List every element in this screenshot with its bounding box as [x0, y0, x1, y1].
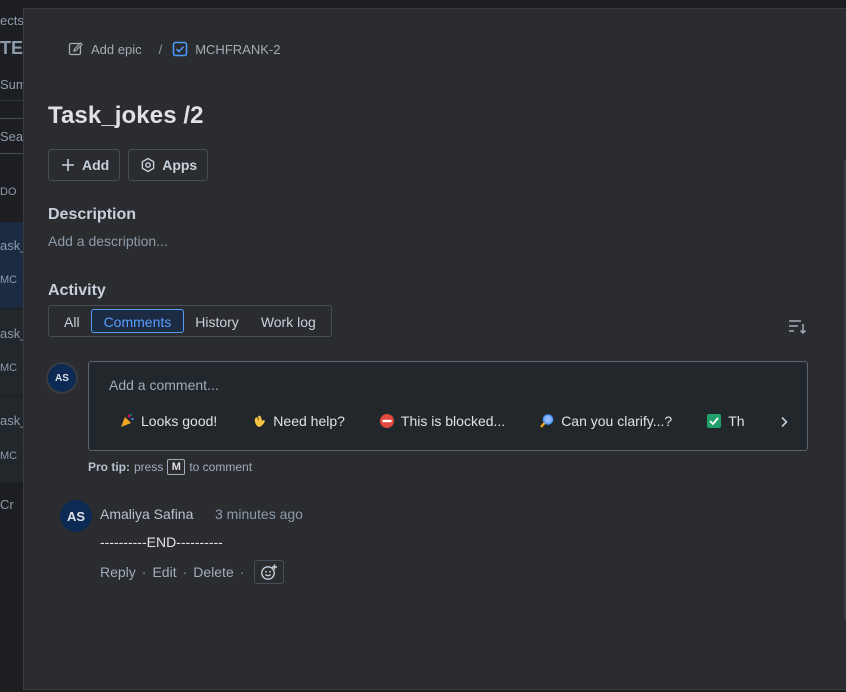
reply-button[interactable]: Reply — [100, 564, 136, 580]
comment-input[interactable]: Add a comment... — [109, 377, 219, 393]
quick-reply-clarify[interactable]: Can you clarify...? — [539, 413, 672, 429]
issue-key-label: MCHFRANK-2 — [195, 41, 281, 57]
add-button[interactable]: Add — [48, 149, 121, 181]
edit-icon — [68, 42, 83, 56]
separator-dot: · — [182, 564, 188, 580]
quick-reply-label: Th — [728, 413, 745, 429]
pro-tip-suffix: to comment — [189, 460, 253, 474]
quick-reply-label: Can you clarify...? — [561, 413, 673, 429]
apps-button[interactable]: Apps — [128, 149, 209, 181]
quick-reply-label: Looks good! — [141, 413, 218, 429]
bg-create-text: Cr — [0, 497, 14, 512]
scroll-quick-replies-button[interactable] — [767, 402, 807, 442]
no-entry-icon — [379, 414, 394, 428]
separator-dot: · — [141, 564, 147, 580]
add-epic-label: Add epic — [91, 41, 142, 57]
comment-timestamp[interactable]: 3 minutes ago — [215, 506, 303, 522]
comment-composer[interactable]: Add a comment... Looks good! Need help? — [88, 361, 808, 451]
quick-reply-blocked[interactable]: This is blocked... — [379, 413, 505, 429]
comment-body: ----------END---------- — [100, 534, 223, 550]
apps-hexagon-icon — [141, 157, 155, 173]
add-epic-link[interactable]: Add epic — [68, 41, 142, 57]
bg-search-text: Sea — [0, 129, 24, 144]
chevron-right-icon — [781, 416, 788, 428]
tab-comments[interactable]: Comments — [90, 309, 185, 333]
tab-work-log[interactable]: Work log — [250, 309, 327, 333]
add-reaction-icon — [261, 564, 278, 580]
quick-replies: Looks good! Need help? This is blocked..… — [119, 413, 779, 429]
sort-order-icon — [789, 320, 807, 335]
quick-reply-label: This is blocked... — [400, 413, 506, 429]
bg-projects-text: ects — [0, 13, 24, 28]
breadcrumb: Add epic / MCHFRANK-2 — [68, 41, 280, 57]
plus-icon — [62, 159, 74, 171]
quick-reply-done[interactable]: Th — [706, 413, 745, 429]
apps-button-label: Apps — [162, 157, 198, 173]
sort-button[interactable] — [786, 316, 808, 338]
bg-card-key: MC — [0, 274, 18, 286]
comment-avatar[interactable]: AS — [60, 500, 92, 532]
magnifying-glass-icon — [540, 414, 554, 428]
quick-reply-label: Need help? — [273, 413, 345, 429]
description-field[interactable]: Add a description... — [48, 233, 168, 249]
tab-all[interactable]: All — [53, 309, 91, 333]
bg-todo-text: DO — [0, 186, 17, 198]
bg-card-key: MC — [0, 450, 18, 462]
bg-card-key: MC — [0, 362, 18, 374]
pro-tip-prefix: Pro tip: — [88, 460, 130, 474]
tab-history[interactable]: History — [184, 309, 250, 333]
bg-summary-tab: Sum — [0, 77, 27, 92]
waving-hand-icon — [255, 415, 266, 427]
issue-key-link[interactable]: MCHFRANK-2 — [172, 41, 280, 57]
check-box-icon — [707, 414, 722, 428]
task-checkbox-icon — [172, 41, 188, 57]
issue-title[interactable]: Task_jokes /2 — [48, 102, 204, 130]
comment-actions: Reply · Edit · Delete · — [100, 560, 285, 584]
comment-author[interactable]: Amaliya Safina — [100, 506, 193, 522]
issue-modal: Add epic / MCHFRANK-2 Task_jokes /2 Add … — [24, 9, 846, 689]
activity-tabs: All Comments History Work log — [48, 305, 332, 337]
pro-tip-press: press — [134, 460, 164, 474]
delete-button[interactable]: Delete — [193, 564, 233, 580]
keyboard-shortcut-key: M — [167, 459, 186, 475]
separator-dot: · — [239, 564, 245, 580]
issue-action-bar: Add Apps — [48, 149, 209, 181]
avatar[interactable]: AS — [48, 364, 76, 392]
quick-reply-need-help[interactable]: Need help? — [251, 413, 345, 429]
breadcrumb-separator: / — [158, 41, 163, 57]
quick-reply-looks-good[interactable]: Looks good! — [119, 413, 217, 429]
edit-button[interactable]: Edit — [152, 564, 176, 580]
add-reaction-button[interactable] — [254, 560, 285, 584]
description-heading: Description — [48, 206, 137, 223]
activity-heading: Activity — [48, 282, 106, 299]
add-button-label: Add — [82, 157, 110, 173]
party-popper-icon — [121, 413, 134, 427]
pro-tip: Pro tip: press M to comment — [88, 459, 252, 475]
